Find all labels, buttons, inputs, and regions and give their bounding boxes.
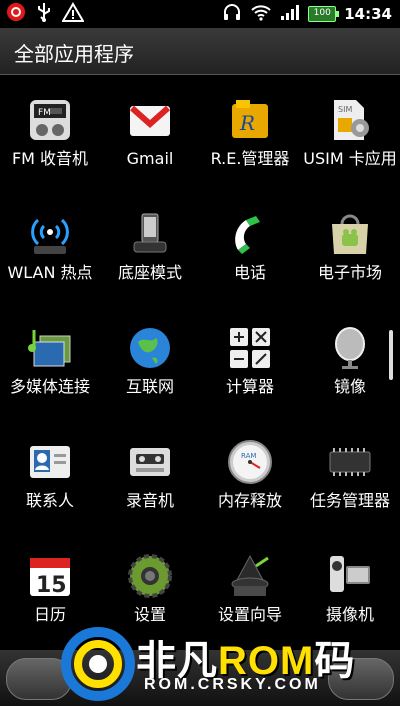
- app-row: WLAN 热点 底座模式 电话 电子市场: [0, 194, 400, 304]
- app-label: 任务管理器: [309, 491, 390, 510]
- calendar-icon: 15: [30, 558, 70, 598]
- market-icon: [332, 214, 368, 254]
- wifi-icon: [250, 3, 272, 25]
- app-usim[interactable]: SIM USIM 卡应用: [300, 80, 400, 190]
- usim-icon: SIM: [334, 100, 369, 140]
- signal-icon: [280, 3, 300, 25]
- svg-text:R: R: [239, 111, 255, 135]
- app-label: 联系人: [25, 491, 74, 510]
- app-memory-release[interactable]: RAM 内存释放: [200, 422, 300, 532]
- app-row: FM FM 收音机 Gmail R R.E.管理器 SIM USIM 卡应用: [0, 80, 400, 190]
- app-row: 联系人 录音机 RAM 内存释放 任务管理器: [0, 422, 400, 532]
- settings-icon: [128, 554, 172, 598]
- app-label: 底座模式: [117, 263, 182, 282]
- task-manager-icon: [329, 448, 371, 476]
- app-label: Gmail: [126, 149, 174, 168]
- app-label: FM 收音机: [11, 149, 89, 168]
- calculator-icon: [230, 328, 270, 368]
- watermark-url: ROM.CRSKY.COM: [144, 676, 321, 693]
- app-mirror[interactable]: 镜像: [300, 308, 400, 418]
- recorder-icon: [130, 448, 170, 476]
- re-manager-icon: R: [232, 100, 268, 138]
- app-label: 镜像: [333, 377, 366, 396]
- wlan-hotspot-icon: [31, 218, 69, 254]
- calendar-day: 15: [36, 573, 67, 598]
- svg-text:SIM: SIM: [338, 105, 352, 114]
- battery-icon: 100: [308, 6, 340, 22]
- status-bar: 100 14:34: [0, 0, 400, 28]
- app-label: 设置: [133, 605, 166, 624]
- app-media-connect[interactable]: 多媒体连接: [0, 308, 100, 418]
- app-label: 计算器: [225, 377, 274, 396]
- app-re-manager[interactable]: R R.E.管理器: [200, 80, 300, 190]
- internet-icon: [130, 328, 170, 368]
- svg-text:RAM: RAM: [241, 452, 256, 460]
- headset-icon: [222, 2, 242, 26]
- app-label: USIM 卡应用: [303, 149, 397, 168]
- app-wlan-hotspot[interactable]: WLAN 热点: [0, 194, 100, 304]
- app-task-manager[interactable]: 任务管理器: [300, 422, 400, 532]
- app-recorder[interactable]: 录音机: [100, 422, 200, 532]
- app-calculator[interactable]: 计算器: [200, 308, 300, 418]
- app-fm-radio[interactable]: FM FM 收音机: [0, 80, 100, 190]
- media-connect-icon: [28, 330, 71, 367]
- app-internet[interactable]: 互联网: [100, 308, 200, 418]
- app-label: 设置向导: [217, 605, 282, 624]
- app-label: 电话: [233, 263, 266, 282]
- memory-release-icon: RAM: [228, 440, 272, 484]
- fm-radio-icon: FM: [30, 100, 70, 140]
- app-dock-mode[interactable]: 底座模式: [100, 194, 200, 304]
- mirror-icon: [335, 327, 365, 369]
- svg-text:FM: FM: [38, 108, 51, 118]
- app-label: 录音机: [125, 491, 174, 510]
- app-label: 互联网: [125, 377, 174, 396]
- app-label: 多媒体连接: [9, 377, 90, 396]
- app-label: 日历: [33, 605, 66, 624]
- setup-wizard-icon: [231, 554, 269, 596]
- app-row: 多媒体连接 互联网 计算器 镜像: [0, 308, 400, 418]
- app-label: 摄像机: [325, 605, 374, 624]
- page-title: 全部应用程序: [14, 42, 134, 66]
- watermark-logo-icon: [61, 627, 135, 701]
- app-drawer-header: 全部应用程序: [0, 28, 400, 75]
- camcorder-icon: [330, 556, 370, 592]
- app-market[interactable]: 电子市场: [300, 194, 400, 304]
- watermark: 非凡ROM码 ROM.CRSKY.COM: [60, 626, 400, 706]
- app-label: 电子市场: [317, 263, 382, 282]
- clock: 14:34: [344, 5, 392, 23]
- contacts-icon: [30, 446, 70, 478]
- app-label: WLAN 热点: [7, 263, 93, 282]
- app-gmail[interactable]: Gmail: [100, 80, 200, 190]
- app-label: 内存释放: [217, 491, 282, 510]
- gmail-icon: [130, 105, 170, 136]
- record-icon: [6, 2, 26, 26]
- phone-icon: [235, 216, 260, 254]
- usb-icon: [36, 2, 52, 26]
- app-phone[interactable]: 电话: [200, 194, 300, 304]
- warning-icon: [61, 2, 85, 26]
- dock-mode-icon: [133, 213, 167, 253]
- app-contacts[interactable]: 联系人: [0, 422, 100, 532]
- scrollbar[interactable]: [389, 330, 393, 380]
- app-label: R.E.管理器: [210, 149, 290, 168]
